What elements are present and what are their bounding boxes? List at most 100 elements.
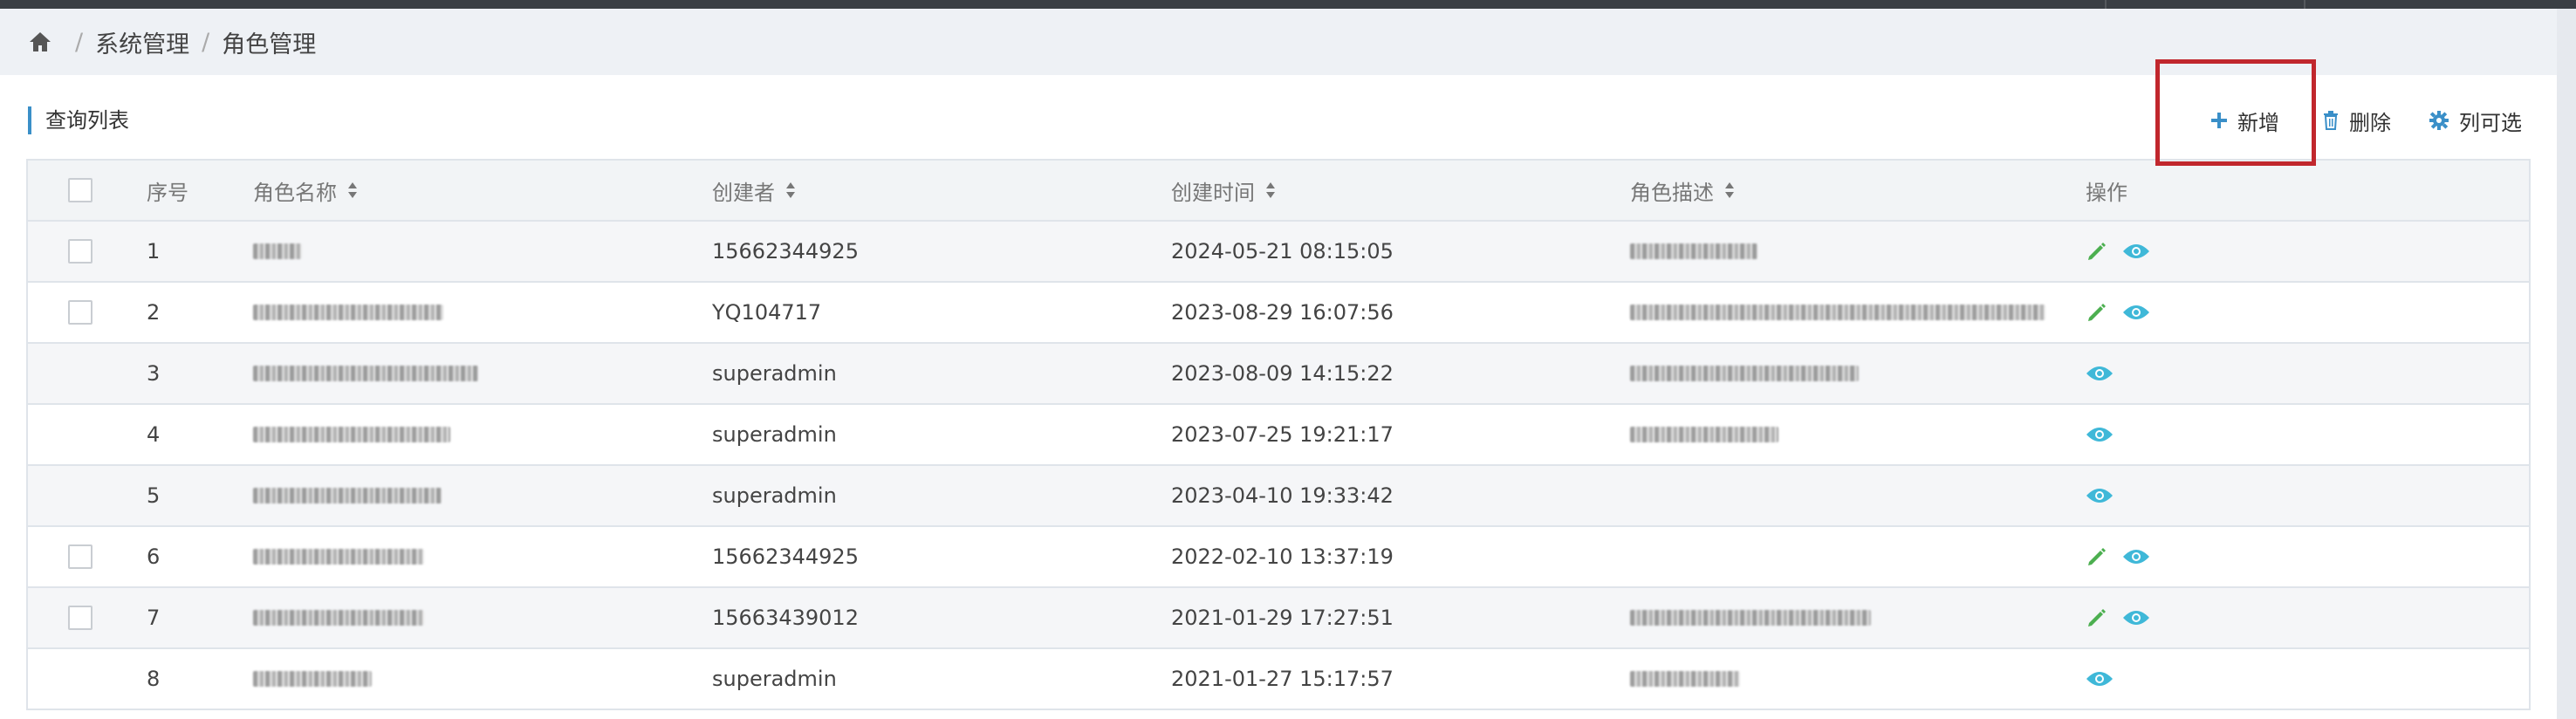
columns-button[interactable]: 列可选 [2429, 101, 2522, 140]
row-checkbox[interactable] [68, 239, 92, 264]
row-role-name [253, 649, 524, 709]
eye-icon[interactable] [2122, 547, 2150, 566]
eye-icon[interactable] [2122, 242, 2150, 261]
row-seq: 3 [147, 361, 161, 386]
row-creator: 15662344925 [712, 544, 859, 569]
breadcrumb-item-system[interactable]: 系统管理 [95, 25, 189, 59]
row-creator: superadmin [712, 667, 837, 691]
redacted-text [1630, 243, 1757, 259]
pencil-icon[interactable] [2086, 606, 2108, 629]
delete-button[interactable]: 删除 [2323, 101, 2391, 140]
header-desc[interactable]: 角色描述 [1630, 161, 2084, 220]
gear-icon [2429, 111, 2449, 130]
pencil-icon[interactable] [2086, 545, 2108, 568]
row-creator: 15662344925 [712, 239, 859, 264]
sort-icon [1266, 182, 1275, 198]
header-name[interactable]: 角色名称 [253, 161, 524, 220]
row-time: 2024-05-21 08:15:05 [1171, 239, 1394, 264]
top-navigation-bar [0, 0, 2576, 9]
row-seq: 4 [147, 422, 161, 447]
table-row[interactable]: 5 superadmin 2023-04-10 19:33:42 [28, 466, 2529, 527]
row-seq: 8 [147, 667, 161, 691]
pencil-icon[interactable] [2086, 301, 2108, 324]
row-time: 2021-01-27 15:17:57 [1171, 667, 1394, 691]
row-role-name [253, 527, 524, 586]
row-role-name [253, 588, 524, 647]
header-desc-label: 角色描述 [1630, 180, 1714, 205]
select-all-checkbox[interactable] [68, 178, 92, 202]
row-desc [1630, 527, 2084, 586]
eye-icon[interactable] [2086, 364, 2114, 383]
header-ops: 操作 [2086, 180, 2127, 205]
row-creator: superadmin [712, 422, 837, 447]
row-ops [2086, 588, 2164, 647]
row-creator: superadmin [712, 483, 837, 508]
row-check-cell [68, 588, 92, 647]
row-check-cell [68, 283, 92, 342]
row-checkbox[interactable] [68, 606, 92, 630]
redacted-text [253, 305, 443, 320]
eye-icon[interactable] [2086, 486, 2114, 505]
table-row[interactable]: 1 15662344925 2024-05-21 08:15:05 [28, 222, 2529, 283]
row-desc [1630, 222, 2084, 281]
table-row[interactable]: 2 YQ104717 2023-08-29 16:07:56 [28, 283, 2529, 344]
redacted-text [1630, 366, 1859, 381]
redacted-text [1630, 305, 2045, 320]
row-time: 2023-08-09 14:15:22 [1171, 361, 1394, 386]
redacted-text [253, 488, 442, 503]
redacted-text [253, 671, 372, 687]
pencil-icon[interactable] [2086, 240, 2108, 263]
redacted-text [1630, 610, 1871, 626]
row-ops [2086, 649, 2127, 709]
panel-title: 查询列表 [28, 106, 129, 134]
eye-icon[interactable] [2122, 608, 2150, 627]
breadcrumb-separator: / [202, 28, 210, 56]
topbar-separator [2105, 0, 2107, 9]
row-ops [2086, 344, 2127, 403]
vertical-scrollbar[interactable] [2557, 9, 2576, 719]
content-panel: 查询列表 新增 删除 列可选 序号 角色名称 创建者 创建时间 角色描述 操作 … [0, 75, 2557, 719]
header-name-label: 角色名称 [253, 180, 337, 205]
header-seq: 序号 [147, 180, 188, 205]
redacted-text [1630, 671, 1740, 687]
row-checkbox[interactable] [68, 300, 92, 325]
table-row[interactable]: 7 15663439012 2021-01-29 17:27:51 [28, 588, 2529, 649]
row-time: 2022-02-10 13:37:19 [1171, 544, 1394, 569]
redacted-text [253, 243, 302, 259]
row-seq: 5 [147, 483, 161, 508]
row-checkbox[interactable] [68, 544, 92, 569]
table-row[interactable]: 3 superadmin 2023-08-09 14:15:22 [28, 344, 2529, 405]
row-seq: 1 [147, 239, 161, 264]
breadcrumb-item-roles: 角色管理 [222, 31, 317, 58]
table-row[interactable]: 6 15662344925 2022-02-10 13:37:19 [28, 527, 2529, 588]
row-ops [2086, 527, 2164, 586]
row-seq: 2 [147, 300, 161, 325]
columns-button-label: 列可选 [2459, 110, 2522, 135]
trash-icon [2324, 111, 2338, 130]
sort-icon [786, 182, 795, 198]
header-time[interactable]: 创建时间 [1171, 161, 1276, 220]
row-ops [2086, 283, 2164, 342]
table-header: 序号 角色名称 创建者 创建时间 角色描述 操作 [28, 159, 2529, 222]
table-row[interactable]: 8 superadmin 2021-01-27 15:17:57 [28, 649, 2529, 710]
roles-table: 序号 角色名称 创建者 创建时间 角色描述 操作 1 15662344925 2… [26, 159, 2531, 710]
row-desc [1630, 283, 2084, 342]
home-icon[interactable] [28, 31, 52, 53]
eye-icon[interactable] [2086, 669, 2114, 688]
row-role-name [253, 466, 524, 525]
row-ops [2086, 222, 2164, 281]
eye-icon[interactable] [2086, 425, 2114, 444]
table-row[interactable]: 4 superadmin 2023-07-25 19:21:17 [28, 405, 2529, 466]
row-role-name [253, 405, 524, 464]
header-creator[interactable]: 创建者 [712, 161, 796, 220]
redacted-text [253, 549, 424, 565]
eye-icon[interactable] [2122, 303, 2150, 322]
row-time: 2023-08-29 16:07:56 [1171, 300, 1394, 325]
row-ops [2086, 405, 2127, 464]
add-button[interactable]: 新增 [2211, 101, 2279, 140]
row-desc [1630, 588, 2084, 647]
row-time: 2023-04-10 19:33:42 [1171, 483, 1394, 508]
row-seq: 6 [147, 544, 161, 569]
redacted-text [1630, 427, 1778, 442]
row-desc [1630, 466, 2084, 525]
